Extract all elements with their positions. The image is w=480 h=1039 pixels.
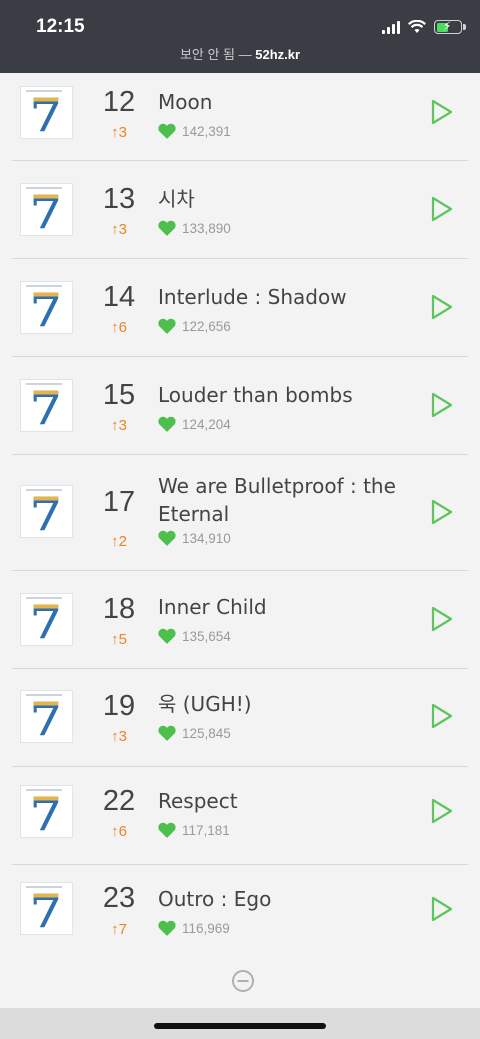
heart-icon — [158, 920, 176, 936]
battery-icon: ⚡ — [434, 19, 466, 34]
likes-count: 117,181 — [182, 822, 230, 838]
track-row[interactable]: 77 14 ↑6 Interlude : Shadow 122,656 — [12, 260, 468, 357]
play-icon[interactable] — [430, 896, 454, 922]
track-rank: 18 — [102, 593, 136, 625]
track-title: Respect — [158, 789, 238, 813]
play-icon[interactable] — [430, 99, 454, 125]
rank-change: ↑3 — [111, 728, 127, 745]
rank-change: ↑2 — [111, 533, 127, 550]
clock: 12:15 — [36, 16, 85, 37]
rank-change: ↑3 — [111, 417, 127, 434]
track-title: 욱 (UGH!) — [158, 692, 252, 716]
url-bar[interactable]: 보안 안 됨 — 52hz.kr — [0, 44, 480, 63]
rank-change: ↑6 — [111, 823, 127, 840]
heart-icon — [158, 628, 176, 644]
album-cover: 77 — [20, 882, 73, 935]
likes-count: 133,890 — [182, 220, 231, 236]
url-security-label: 보안 안 됨 — — [179, 47, 256, 62]
track-likes: 135,654 — [158, 628, 231, 644]
track-rank: 15 — [102, 379, 136, 411]
play-icon[interactable] — [430, 392, 454, 418]
track-likes: 133,890 — [158, 220, 231, 236]
likes-count: 122,656 — [182, 318, 231, 334]
rank-change: ↑5 — [111, 631, 127, 648]
rank-change: ↑6 — [111, 319, 127, 336]
heart-icon — [158, 318, 176, 334]
album-cover: 77 — [20, 281, 73, 334]
play-icon[interactable] — [430, 606, 454, 632]
rank-change: ↑7 — [111, 921, 127, 938]
heart-icon — [158, 123, 176, 139]
status-bar: 12:15 ⚡ 보안 안 됨 — 52hz.kr — [0, 0, 480, 73]
album-cover: 77 — [20, 485, 73, 538]
likes-count: 125,845 — [182, 725, 231, 741]
play-icon[interactable] — [430, 294, 454, 320]
rank-change: ↑3 — [111, 124, 127, 141]
track-title: 시차 — [158, 187, 195, 211]
track-title: Outro : Ego — [158, 887, 272, 911]
track-likes: 116,969 — [158, 920, 230, 936]
track-likes: 142,391 — [158, 123, 231, 139]
track-row[interactable]: 77 19 ↑3 욱 (UGH!) 125,845 — [12, 670, 468, 767]
track-rank: 13 — [102, 183, 136, 215]
track-rank: 12 — [102, 86, 136, 118]
heart-icon — [158, 725, 176, 741]
heart-icon — [158, 530, 176, 546]
track-row[interactable]: 77 17 ↑2 We are Bulletproof : the Eterna… — [12, 456, 468, 571]
track-rank: 22 — [102, 785, 136, 817]
track-row[interactable]: 77 18 ↑5 Inner Child 135,654 — [12, 572, 468, 669]
track-title: Moon — [158, 90, 213, 114]
heart-icon — [158, 416, 176, 432]
track-likes: 125,845 — [158, 725, 231, 741]
track-title: We are Bulletproof : the Eternal — [158, 474, 396, 526]
album-cover: 77 — [20, 593, 73, 646]
play-icon[interactable] — [430, 798, 454, 824]
play-icon[interactable] — [430, 196, 454, 222]
track-likes: 122,656 — [158, 318, 231, 334]
track-likes: 134,910 — [158, 530, 231, 546]
likes-count: 124,204 — [182, 416, 231, 432]
track-rank: 19 — [102, 690, 136, 722]
track-title: Louder than bombs — [158, 383, 353, 407]
album-cover: 77 — [20, 690, 73, 743]
status-icons: ⚡ — [382, 19, 466, 34]
album-cover: 77 — [20, 86, 73, 139]
track-likes: 117,181 — [158, 822, 230, 838]
likes-count: 135,654 — [182, 628, 231, 644]
track-rank: 17 — [102, 486, 136, 518]
likes-count: 142,391 — [182, 123, 231, 139]
track-rank: 23 — [102, 882, 136, 914]
track-title: Inner Child — [158, 595, 267, 619]
track-row[interactable]: 77 22 ↑6 Respect 117,181 — [12, 768, 468, 865]
cellular-signal-icon — [382, 20, 400, 34]
track-row[interactable]: 77 13 ↑3 시차 133,890 — [12, 162, 468, 259]
track-row[interactable]: 77 23 ↑7 Outro : Ego 116,969 — [12, 866, 468, 958]
track-row[interactable]: 77 12 ↑3 Moon 142,391 — [12, 73, 468, 161]
track-rank: 14 — [102, 281, 136, 313]
likes-count: 134,910 — [182, 530, 231, 546]
track-row[interactable]: 77 15 ↑3 Louder than bombs 124,204 — [12, 358, 468, 455]
url-domain: 52hz.kr — [255, 47, 301, 62]
heart-icon — [158, 220, 176, 236]
minus-circle-icon[interactable] — [231, 969, 255, 993]
play-icon[interactable] — [430, 499, 454, 525]
wifi-icon — [408, 20, 426, 33]
heart-icon — [158, 822, 176, 838]
likes-count: 116,969 — [182, 920, 230, 936]
rank-change: ↑3 — [111, 221, 127, 238]
track-title: Interlude : Shadow — [158, 285, 347, 309]
album-cover: 77 — [20, 785, 73, 838]
album-cover: 77 — [20, 379, 73, 432]
home-indicator[interactable] — [154, 1023, 326, 1029]
play-icon[interactable] — [430, 703, 454, 729]
album-cover: 77 — [20, 183, 73, 236]
track-likes: 124,204 — [158, 416, 231, 432]
